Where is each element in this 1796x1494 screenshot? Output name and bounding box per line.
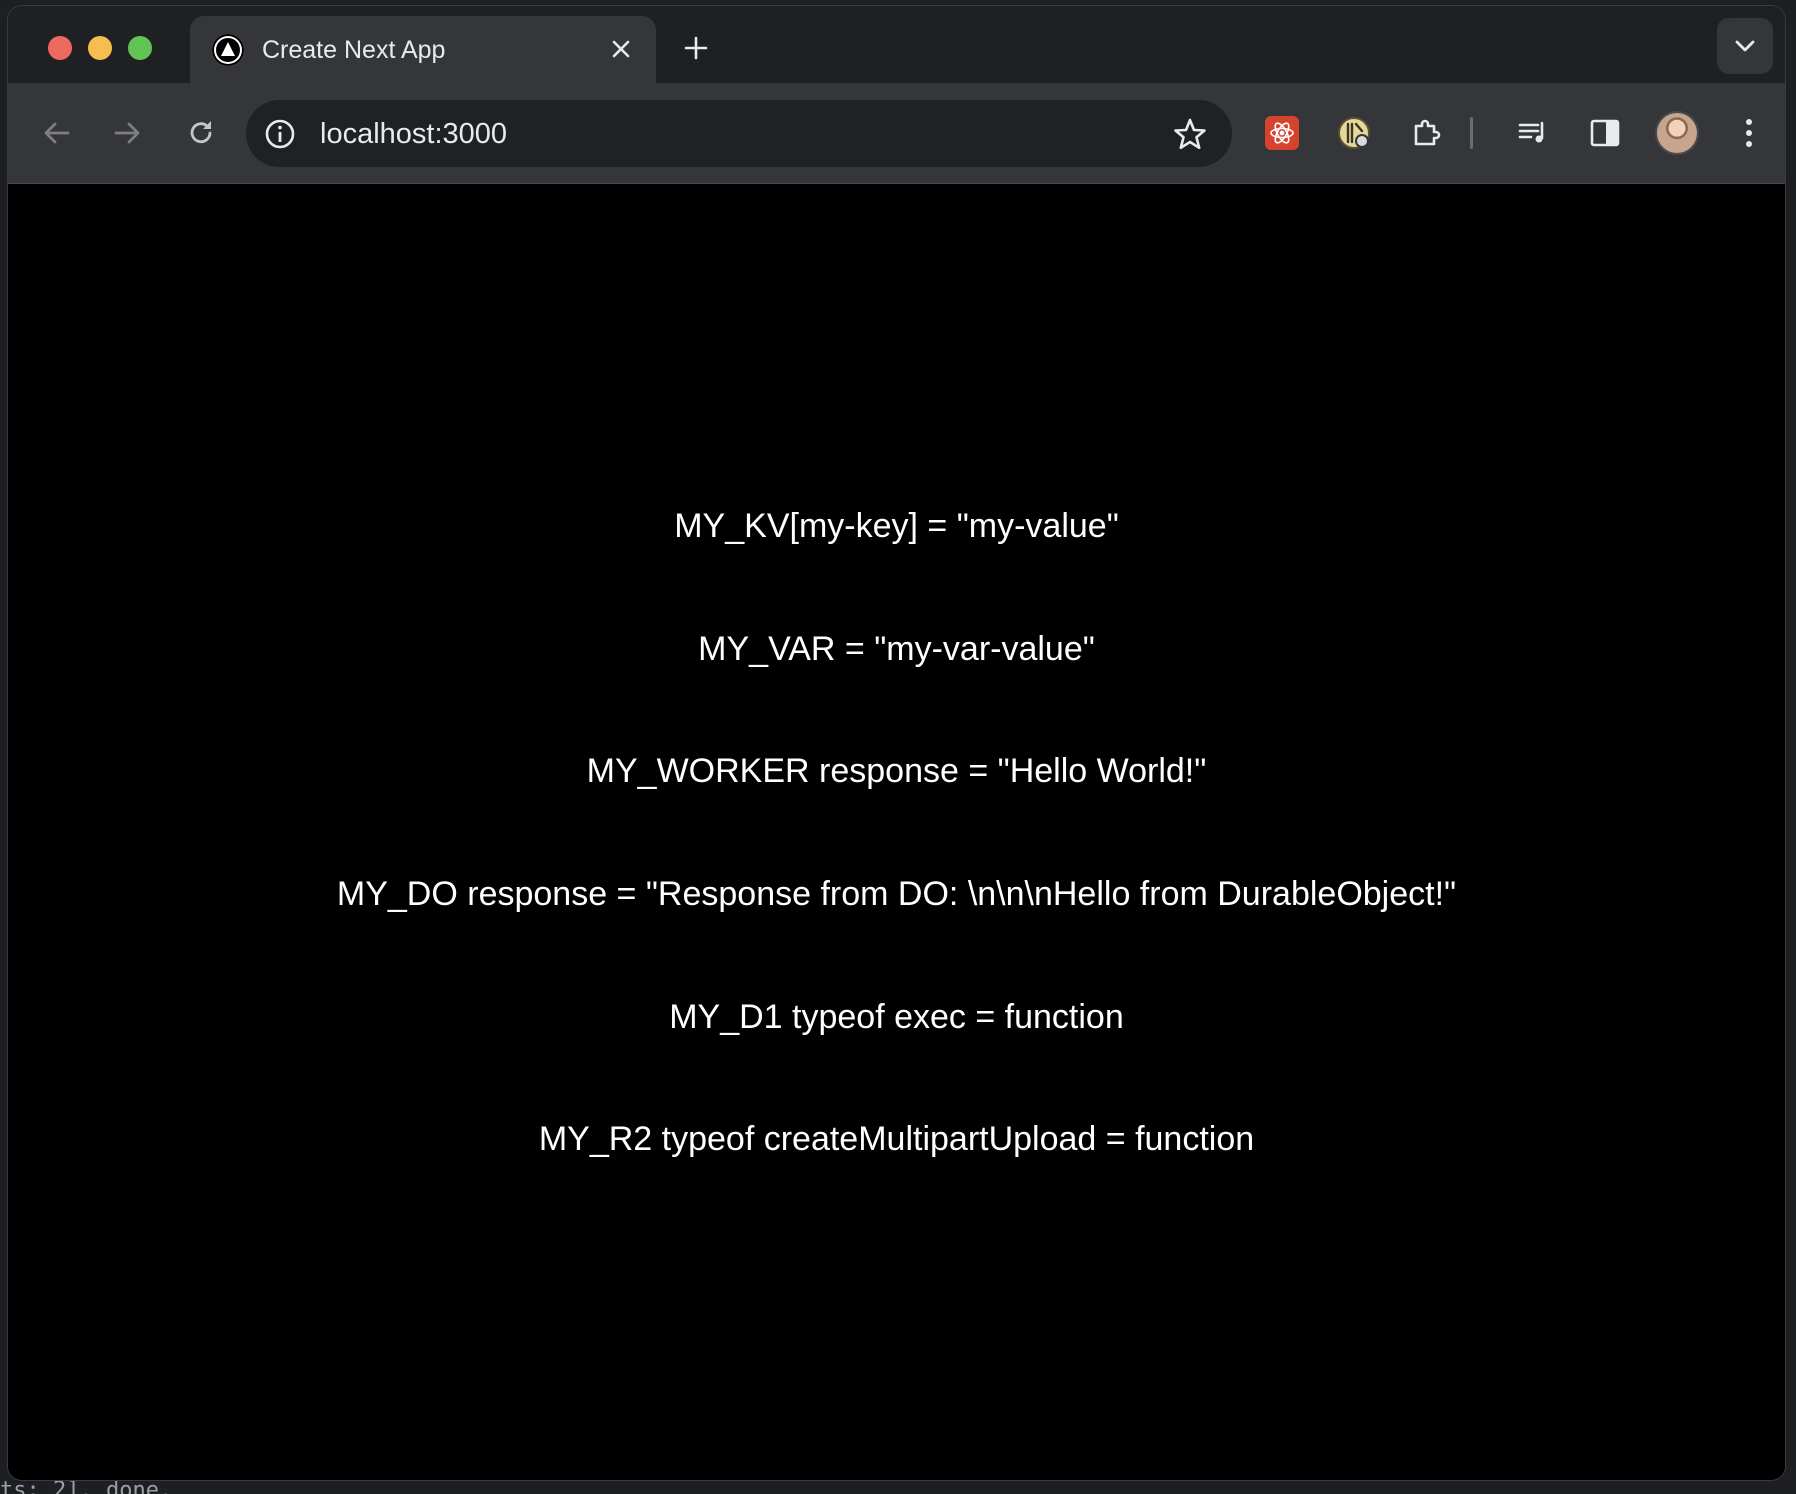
extension-badge-icon[interactable] [1331,110,1377,156]
tab-title: Create Next App [262,36,446,64]
window-minimize-button[interactable] [88,36,112,60]
tab-strip: Create Next App [8,6,1785,83]
reload-icon[interactable] [178,110,224,156]
durable-object-result-text: MY_DO response = "Response from DO: \n\n… [336,875,1457,913]
close-icon[interactable] [604,32,638,66]
side-panel-icon[interactable] [1582,110,1628,156]
toolbar-divider [1470,117,1473,149]
puzzle-icon[interactable] [1404,110,1450,156]
plus-icon[interactable] [678,30,714,66]
browser-window: Create Next App localhost:3000 MY_KV[my-… [8,6,1785,1480]
terminal-output-text: ts: 2]. done. [0,1480,173,1494]
kv-result-text: MY_KV[my-key] = "my-value" [674,507,1119,545]
star-icon[interactable] [1170,114,1210,154]
react-devtools-icon[interactable] [1259,110,1305,156]
address-bar[interactable]: localhost:3000 [246,100,1232,167]
page-viewport: MY_KV[my-key] = "my-value" MY_VAR = "my-… [8,184,1785,1480]
kebab-menu-icon[interactable] [1726,110,1772,156]
avatar[interactable] [1654,110,1700,156]
media-controls-icon[interactable] [1510,110,1556,156]
var-result-text: MY_VAR = "my-var-value" [698,630,1095,668]
url-text: localhost:3000 [320,118,508,150]
d1-result-text: MY_D1 typeof exec = function [669,998,1124,1036]
tab-create-next-app[interactable]: Create Next App [190,16,656,83]
arrow-left-icon[interactable] [34,110,80,156]
info-icon[interactable] [262,116,298,152]
r2-result-text: MY_R2 typeof createMultipartUpload = fun… [538,1120,1255,1158]
nextjs-triangle-icon [212,34,244,66]
window-zoom-button[interactable] [128,36,152,60]
chevron-down-icon[interactable] [1717,18,1773,74]
window-close-button[interactable] [48,36,72,60]
worker-result-text: MY_WORKER response = "Hello World!" [586,752,1207,790]
browser-toolbar: localhost:3000 [8,83,1785,184]
arrow-right-icon[interactable] [104,110,150,156]
